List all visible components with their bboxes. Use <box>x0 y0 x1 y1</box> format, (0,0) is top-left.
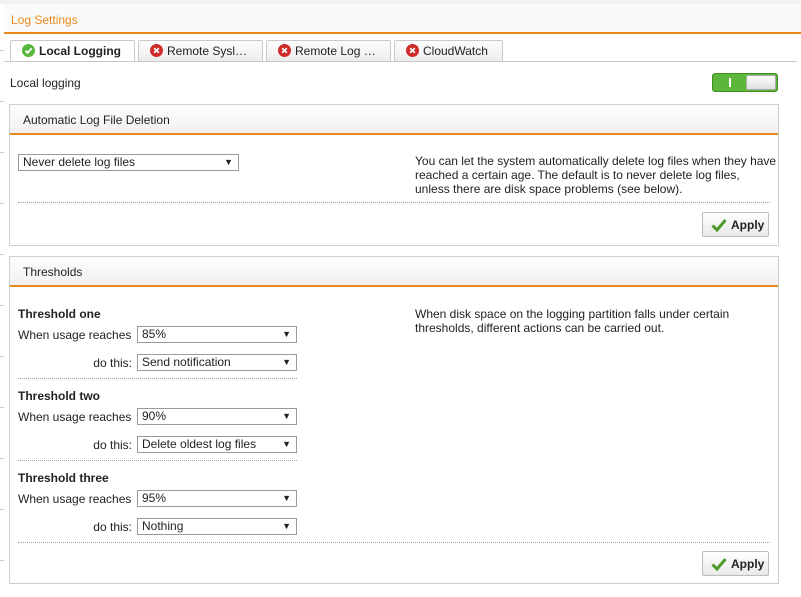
select-value: 85% <box>142 327 167 341</box>
action-label: do this: <box>93 438 132 452</box>
auto-delete-panel-header: Automatic Log File Deletion <box>10 105 778 135</box>
dotted-separator <box>18 542 770 543</box>
threshold-two-title: Threshold two <box>18 389 100 403</box>
threshold-one-action-select[interactable]: Send notification ▼ <box>137 354 297 371</box>
usage-label: When usage reaches <box>18 492 132 506</box>
threshold-one-usage-select[interactable]: 85% ▼ <box>137 326 297 343</box>
tab-local-logging[interactable]: Local Logging <box>10 40 135 62</box>
threshold-one-title: Threshold one <box>18 307 101 321</box>
usage-label: When usage reaches <box>18 410 132 424</box>
error-circle-icon <box>278 44 291 57</box>
thresholds-apply-button[interactable]: Apply <box>702 551 769 576</box>
threshold-two-usage-select[interactable]: 90% ▼ <box>137 408 297 425</box>
tab-remote-syslog[interactable]: Remote Sysl… <box>138 40 263 61</box>
local-logging-toggle[interactable] <box>712 73 778 92</box>
dropdown-arrow-icon: ▼ <box>224 157 233 167</box>
thresholds-panel-header: Thresholds <box>10 257 778 287</box>
action-label: do this: <box>93 520 132 534</box>
select-value: 95% <box>142 491 167 505</box>
dropdown-arrow-icon: ▼ <box>282 493 291 503</box>
thresholds-panel-title: Thresholds <box>23 265 83 279</box>
dropdown-arrow-icon: ▼ <box>282 357 291 367</box>
threshold-two-action-select[interactable]: Delete oldest log files ▼ <box>137 436 297 453</box>
page-title: Log Settings <box>11 13 78 27</box>
dropdown-arrow-icon: ▼ <box>282 411 291 421</box>
checkmark-icon <box>711 558 727 571</box>
tab-remote-log-archives[interactable]: Remote Log … <box>266 40 391 61</box>
threshold-three-usage-select[interactable]: 95% ▼ <box>137 490 297 507</box>
check-circle-icon <box>22 44 35 57</box>
log-deletion-select[interactable]: Never delete log files ▼ <box>18 154 239 171</box>
apply-label: Apply <box>731 218 765 232</box>
tab-label: Remote Sysl… <box>167 44 248 58</box>
dotted-separator <box>18 202 770 203</box>
tab-label: Local Logging <box>39 44 121 58</box>
toggle-knob[interactable] <box>746 75 776 90</box>
checkmark-icon <box>711 219 727 232</box>
select-value: Nothing <box>142 519 184 533</box>
page-header: Log Settings <box>4 4 801 34</box>
dotted-separator <box>18 378 297 379</box>
thresholds-description: When disk space on the logging partition… <box>415 307 730 335</box>
error-circle-icon <box>406 44 419 57</box>
auto-delete-panel-title: Automatic Log File Deletion <box>23 113 170 127</box>
dotted-separator <box>18 460 297 461</box>
local-logging-label: Local logging <box>10 76 81 90</box>
select-value: Send notification <box>142 355 231 369</box>
tab-bar-underline <box>4 61 797 62</box>
select-value: Never delete log files <box>23 155 136 169</box>
usage-label: When usage reaches <box>18 328 132 342</box>
dropdown-arrow-icon: ▼ <box>282 439 291 449</box>
dropdown-arrow-icon: ▼ <box>282 329 291 339</box>
toggle-on-indicator <box>729 78 731 87</box>
tab-cloudwatch[interactable]: CloudWatch <box>394 40 503 61</box>
left-edge-dashes <box>0 0 4 597</box>
tab-label: Remote Log … <box>295 44 376 58</box>
select-value: 90% <box>142 409 167 423</box>
select-value: Delete oldest log files <box>142 437 257 451</box>
threshold-three-title: Threshold three <box>18 471 109 485</box>
tab-label: CloudWatch <box>423 44 488 58</box>
auto-delete-panel: Automatic Log File Deletion Never delete… <box>9 104 779 246</box>
error-circle-icon <box>150 44 163 57</box>
auto-delete-apply-button[interactable]: Apply <box>702 212 769 237</box>
apply-label: Apply <box>731 557 765 571</box>
dropdown-arrow-icon: ▼ <box>282 521 291 531</box>
auto-delete-description: You can let the system automatically del… <box>415 154 777 196</box>
thresholds-panel: Thresholds When disk space on the loggin… <box>9 256 779 584</box>
threshold-three-action-select[interactable]: Nothing ▼ <box>137 518 297 535</box>
action-label: do this: <box>93 356 132 370</box>
